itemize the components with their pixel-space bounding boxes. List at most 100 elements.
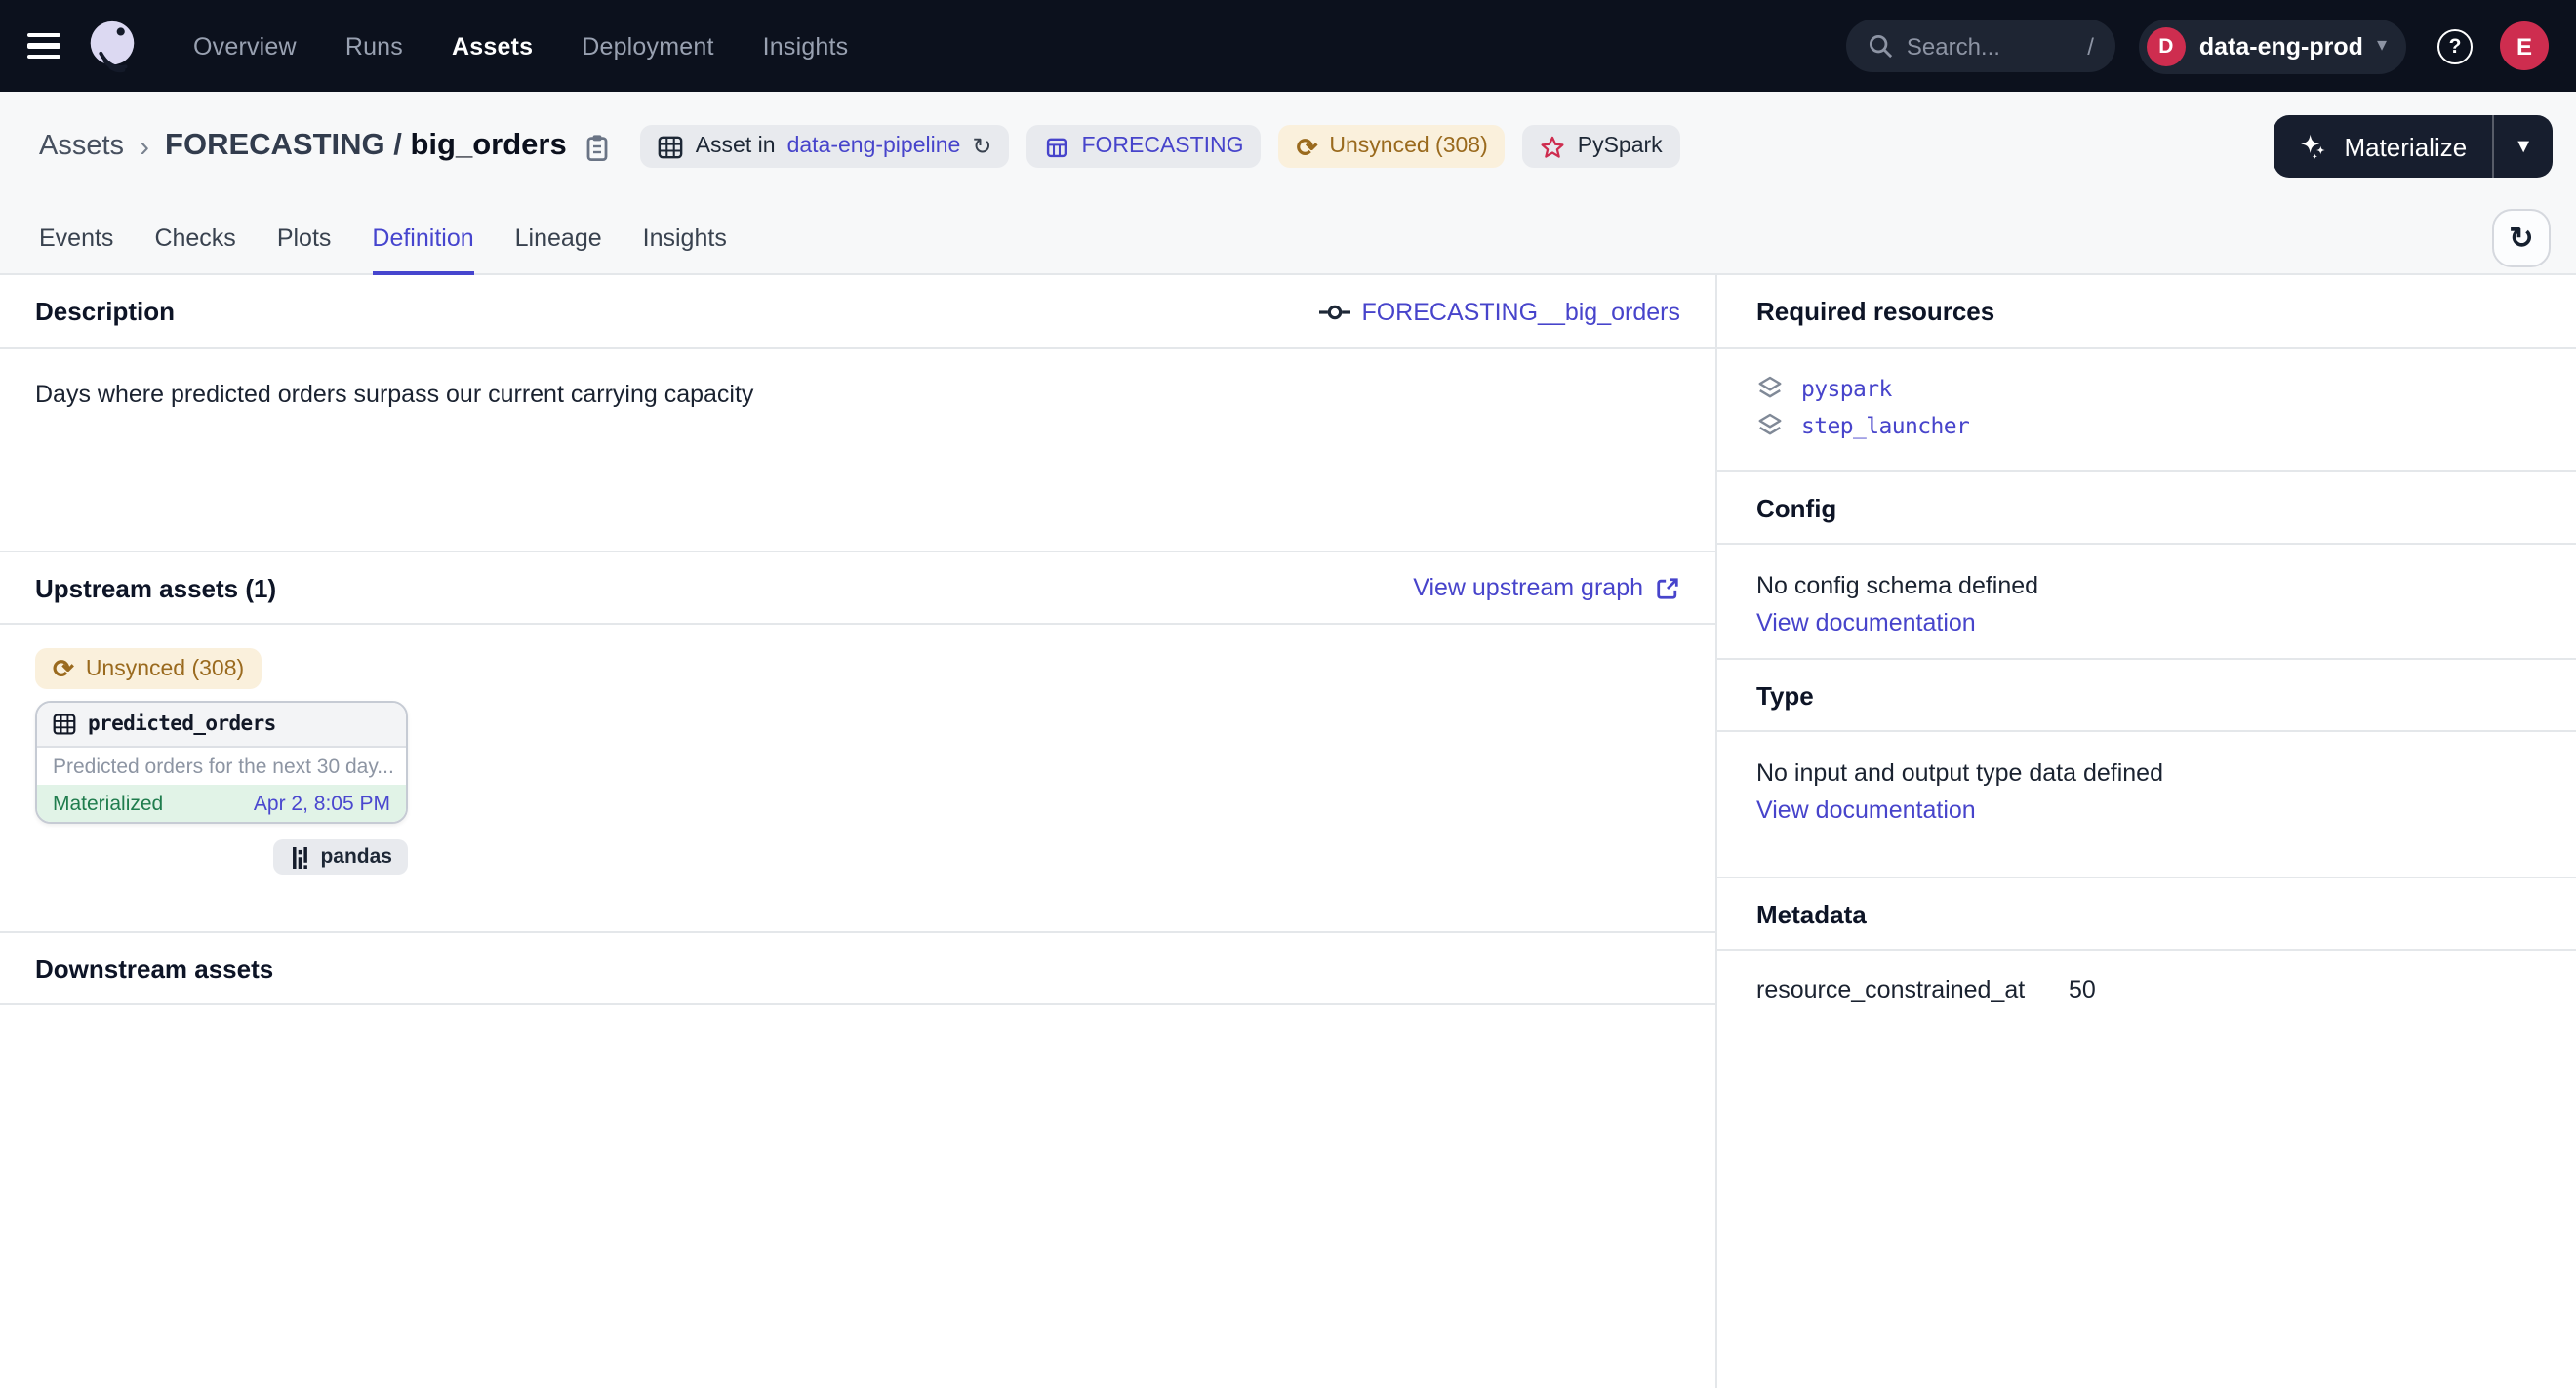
page-title: big_orders	[411, 129, 567, 164]
tab-lineage[interactable]: Lineage	[515, 201, 602, 273]
description-title: Description	[35, 297, 175, 326]
main-column: Description FORECASTING__big_orders Days…	[0, 275, 1717, 1388]
chevron-down-icon: ▾	[2377, 35, 2387, 57]
resources-title: Required resources	[1756, 297, 1994, 326]
tab-checks[interactable]: Checks	[154, 201, 235, 273]
group-badge[interactable]: FORECASTING	[1026, 125, 1261, 168]
breadcrumb-divider: /	[385, 129, 411, 164]
config-body: No config schema defined View documentat…	[1717, 545, 2576, 658]
description-body: Days where predicted orders surpass our …	[0, 349, 1715, 551]
primary-nav: Overview Runs Assets Deployment Insights	[193, 32, 848, 60]
type-doc-link[interactable]: View documentation	[1756, 796, 2537, 824]
resources-section-header: Required resources	[1717, 275, 2576, 349]
menu-icon[interactable]	[27, 33, 60, 58]
downstream-section-header: Downstream assets	[0, 931, 1715, 1005]
resource-row: step_launcher	[1756, 410, 2537, 439]
type-title: Type	[1756, 680, 1814, 710]
upstream-asset-node[interactable]: predicted_orders Predicted orders for th…	[35, 701, 408, 824]
breadcrumb: Assets › FORECASTING / big_orders Asset …	[0, 92, 2576, 201]
upstream-body: ⟳ Unsynced (308) predicted_orders Predic…	[0, 625, 1715, 931]
unsynced-badge[interactable]: ⟳ Unsynced (308)	[1279, 125, 1506, 168]
copy-icon[interactable]	[584, 132, 612, 161]
asset-node-header: predicted_orders	[37, 703, 406, 748]
metadata-key: resource_constrained_at	[1756, 976, 2069, 1003]
refresh-button[interactable]: ↻	[2492, 209, 2551, 267]
op-icon	[1318, 300, 1349, 323]
upstream-unsynced-badge[interactable]: ⟳ Unsynced (308)	[35, 648, 262, 689]
nav-item-insights[interactable]: Insights	[763, 32, 849, 60]
nav-item-deployment[interactable]: Deployment	[582, 32, 713, 60]
tab-plots[interactable]: Plots	[277, 201, 332, 273]
sync-alert-icon: ⟳	[1297, 134, 1318, 159]
reload-icon[interactable]: ↻	[972, 135, 991, 158]
job-link-label: FORECASTING__big_orders	[1361, 298, 1680, 325]
layers-icon	[1756, 374, 1784, 401]
nav-item-overview[interactable]: Overview	[193, 32, 297, 60]
materialize-dropdown-button[interactable]: ▼	[2494, 115, 2553, 178]
nav-item-assets[interactable]: Assets	[452, 32, 533, 60]
table-icon	[53, 713, 76, 736]
workspace-switcher[interactable]: D data-eng-prod ▾	[2139, 19, 2406, 73]
tab-definition[interactable]: Definition	[372, 201, 473, 273]
asset-group-icon	[1044, 134, 1069, 159]
avatar[interactable]: E	[2500, 21, 2549, 70]
help-icon[interactable]: ?	[2437, 28, 2473, 63]
upstream-unsynced-label: Unsynced (308)	[86, 657, 244, 680]
materialize-label: Materialize	[2344, 132, 2467, 161]
sparkles-icon	[2299, 132, 2328, 161]
view-upstream-graph-link[interactable]: View upstream graph	[1413, 574, 1680, 601]
upstream-section-header: Upstream assets (1) View upstream graph	[0, 551, 1715, 625]
workspace-badge: D	[2147, 26, 2186, 65]
metadata-table: resource_constrained_at 50	[1717, 951, 2576, 1029]
pandas-tag-label: pandas	[320, 845, 392, 869]
pandas-tag[interactable]: pandas	[273, 839, 408, 875]
breadcrumb-chevron-icon: ›	[140, 130, 149, 163]
description-section-header: Description FORECASTING__big_orders	[0, 275, 1715, 349]
table-icon	[659, 134, 684, 159]
upstream-title: Upstream assets (1)	[35, 573, 276, 602]
breadcrumb-assets-link[interactable]: Assets	[39, 131, 124, 162]
compute-kind-label: PySpark	[1578, 135, 1663, 158]
unsynced-label: Unsynced (308)	[1329, 135, 1487, 158]
asset-in-pipeline-badge: Asset in data-eng-pipeline ↻	[641, 125, 1010, 168]
resource-link-step-launcher[interactable]: step_launcher	[1801, 411, 1969, 438]
pipeline-link[interactable]: data-eng-pipeline	[787, 135, 961, 158]
job-link[interactable]: FORECASTING__big_orders	[1318, 298, 1680, 325]
asset-badges: Asset in data-eng-pipeline ↻ FORECASTING…	[641, 125, 1680, 168]
tab-insights[interactable]: Insights	[643, 201, 727, 273]
metadata-row: resource_constrained_at 50	[1756, 976, 2537, 1003]
config-title: Config	[1756, 493, 1836, 522]
dagster-logo-icon[interactable]	[82, 16, 142, 76]
group-badge-label: FORECASTING	[1081, 135, 1243, 158]
materialized-timestamp[interactable]: Apr 2, 8:05 PM	[254, 792, 390, 815]
resource-link-pyspark[interactable]: pyspark	[1801, 374, 1892, 401]
asset-node-tags: pandas	[35, 839, 408, 875]
asset-in-label: Asset in	[696, 135, 776, 158]
pyspark-star-icon	[1541, 134, 1566, 159]
materialize-button[interactable]: Materialize	[2274, 115, 2492, 178]
downstream-title: Downstream assets	[35, 954, 273, 983]
external-link-icon	[1655, 575, 1680, 600]
page-header: Assets › FORECASTING / big_orders Asset …	[0, 92, 2576, 275]
type-empty-text: No input and output type data defined	[1756, 759, 2537, 787]
config-doc-link[interactable]: View documentation	[1756, 609, 2537, 636]
search-shortcut-hint: /	[2087, 32, 2094, 60]
search-box[interactable]: /	[1846, 20, 2115, 72]
sidebar-column: Required resources pyspark step_launcher…	[1717, 275, 2576, 1388]
search-input[interactable]	[1907, 32, 2047, 60]
metadata-title: Metadata	[1756, 899, 1867, 928]
pandas-icon	[289, 844, 310, 870]
compute-kind-badge[interactable]: PySpark	[1523, 125, 1680, 168]
materialize-split-button: Materialize ▼	[2274, 115, 2553, 178]
sync-alert-icon: ⟳	[53, 656, 74, 681]
tab-events[interactable]: Events	[39, 201, 113, 273]
description-text: Days where predicted orders surpass our …	[35, 381, 753, 408]
nav-item-runs[interactable]: Runs	[345, 32, 403, 60]
app-root: Overview Runs Assets Deployment Insights…	[0, 0, 2576, 1388]
upstream-graph-label: View upstream graph	[1413, 574, 1643, 601]
top-nav-bar: Overview Runs Assets Deployment Insights…	[0, 0, 2576, 92]
asset-node-name: predicted_orders	[88, 713, 276, 736]
materialized-status: Materialized	[53, 792, 163, 815]
search-icon	[1868, 33, 1893, 59]
metadata-value: 50	[2069, 976, 2096, 1003]
